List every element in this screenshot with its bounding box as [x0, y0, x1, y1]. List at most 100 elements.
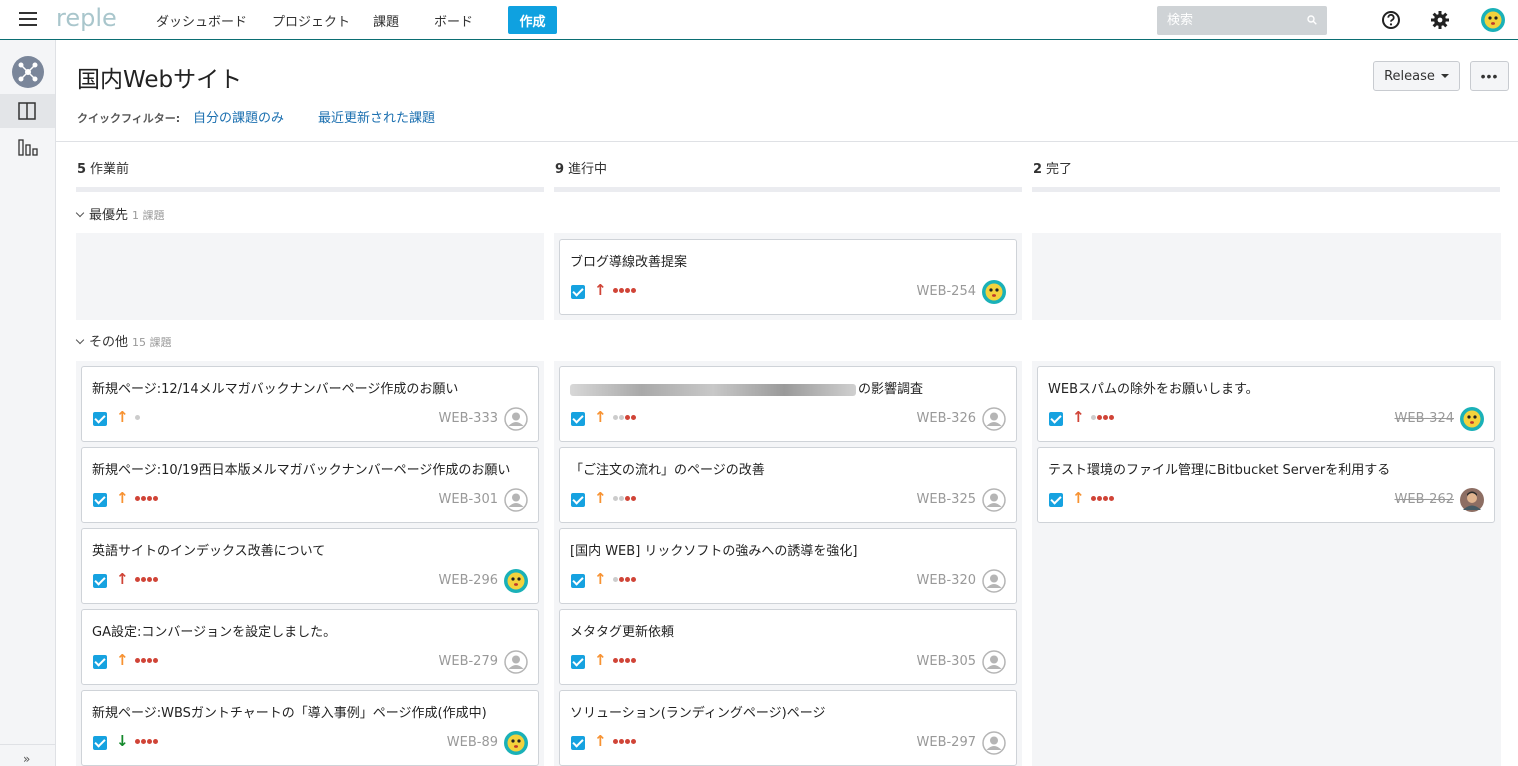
issue-key[interactable]: WEB-333 — [439, 411, 499, 426]
issue-title: 英語サイトのインデックス改善について — [92, 540, 325, 559]
issue-card[interactable]: GA設定:コンバージョンを設定しました。 ↑ WEB-279 — [81, 609, 539, 685]
priority-arrow-icon: ↑ — [594, 570, 607, 588]
dot — [147, 739, 152, 744]
assignee-avatar-icon[interactable] — [982, 488, 1006, 512]
priority-arrow-icon: ↑ — [116, 570, 129, 588]
issue-card[interactable]: 「ご注文の流れ」のページの改善 ↑ WEB-325 — [559, 447, 1017, 523]
dot — [141, 496, 146, 501]
issue-card[interactable]: ソリューション(ランディングページ)ページ ↑ WEB-297 — [559, 690, 1017, 766]
issue-key[interactable]: WEB-262 — [1395, 492, 1455, 507]
issue-key[interactable]: WEB-305 — [917, 654, 977, 669]
assignee-avatar-icon[interactable] — [504, 569, 528, 593]
dot — [141, 577, 146, 582]
story-points-dots — [135, 577, 158, 582]
assignee-avatar-icon[interactable] — [982, 731, 1006, 755]
nav-projects[interactable]: プロジェクト — [272, 11, 350, 30]
swimlane-header-other[interactable]: その他 15 課題 — [75, 331, 172, 350]
assignee-avatar-icon[interactable] — [504, 407, 528, 431]
dot — [153, 739, 158, 744]
assignee-avatar-icon[interactable] — [982, 280, 1006, 304]
dot — [153, 496, 158, 501]
user-avatar-icon[interactable] — [1481, 8, 1505, 32]
dot — [141, 658, 146, 663]
priority-arrow-icon: ↑ — [594, 651, 607, 669]
issue-key[interactable]: WEB-89 — [447, 735, 498, 750]
assignee-avatar-icon[interactable] — [1460, 407, 1484, 431]
release-label: Release — [1384, 68, 1435, 84]
issue-card[interactable]: ブログ導線改善提案 ↑ WEB-254 — [559, 239, 1017, 315]
issue-card[interactable]: 新規ページ:WBSガントチャートの「導入事例」ページ作成(作成中) ↓ WEB-89 — [81, 690, 539, 766]
dot — [135, 496, 140, 501]
assignee-avatar-icon[interactable] — [982, 569, 1006, 593]
reports-icon[interactable] — [18, 138, 38, 156]
more-actions-button[interactable]: ••• — [1470, 61, 1509, 91]
quick-filter-recently-updated[interactable]: 最近更新された課題 — [318, 107, 435, 126]
issue-key[interactable]: WEB-324 — [1395, 411, 1455, 426]
issue-card[interactable]: 新規ページ:10/19西日本版メルマガバックナンバーページ作成のお願い ↑ WEB-… — [81, 447, 539, 523]
dot — [147, 577, 152, 582]
assignee-avatar-icon[interactable] — [504, 488, 528, 512]
issue-card[interactable]: テスト環境のファイル管理にBitbucket Serverを利用する ↑ WEB-2… — [1037, 447, 1495, 523]
create-button[interactable]: 作成 — [508, 6, 557, 34]
issue-card[interactable]: 英語サイトのインデックス改善について ↑ WEB-296 — [81, 528, 539, 604]
priority-arrow-icon: ↑ — [594, 489, 607, 507]
help-icon[interactable] — [1380, 9, 1402, 31]
nav-issues[interactable]: 課題 — [373, 11, 399, 30]
dot — [1109, 496, 1114, 501]
issue-card[interactable]: メタタグ更新依頼 ↑ WEB-305 — [559, 609, 1017, 685]
dot — [613, 288, 618, 293]
dot — [631, 739, 636, 744]
issue-title: の影響調査 — [570, 378, 923, 397]
menu-icon[interactable] — [19, 12, 37, 26]
quick-filter-my-issues[interactable]: 自分の課題のみ — [193, 107, 284, 126]
nav-dashboard[interactable]: ダッシュボード — [156, 11, 247, 30]
priority-arrow-icon: ↑ — [1072, 489, 1085, 507]
dot — [631, 577, 636, 582]
page-title: 国内Webサイト — [77, 67, 243, 93]
expand-sidebar-icon[interactable]: » — [23, 752, 30, 766]
issue-title: 新規ページ:10/19西日本版メルマガバックナンバーページ作成のお願い — [92, 459, 510, 478]
issue-key[interactable]: WEB-254 — [917, 284, 977, 299]
issue-card[interactable]: の影響調査 ↑ WEB-326 — [559, 366, 1017, 442]
dot — [619, 496, 624, 501]
issue-card[interactable]: 新規ページ:12/14メルマガバックナンバーページ作成のお願い ↑ WEB-333 — [81, 366, 539, 442]
dot — [135, 658, 140, 663]
project-avatar-icon[interactable] — [12, 56, 44, 88]
reple-logo[interactable]: reple — [56, 2, 136, 34]
board-icon — [18, 102, 36, 120]
gear-icon[interactable] — [1429, 9, 1451, 31]
issue-title: 新規ページ:12/14メルマガバックナンバーページ作成のお願い — [92, 378, 458, 397]
swimlane-header-highest[interactable]: 最優先 1 課題 — [75, 204, 165, 223]
story-points-dots — [135, 739, 158, 744]
issue-card[interactable]: WEBスパムの除外をお願いします。 ↑ WEB-324 — [1037, 366, 1495, 442]
issue-key[interactable]: WEB-325 — [917, 492, 977, 507]
release-button[interactable]: Release — [1373, 61, 1460, 91]
issue-title-text: テスト環境のファイル管理にBitbucket Serverを利用する — [1048, 463, 1391, 478]
nav-boards[interactable]: ボード — [434, 11, 473, 30]
story-points-dots — [135, 415, 140, 420]
assignee-avatar-icon[interactable] — [504, 650, 528, 674]
assignee-avatar-icon[interactable] — [1460, 488, 1484, 512]
sidebar-item-board[interactable] — [0, 94, 55, 128]
issue-title-text: 新規ページ:WBSガントチャートの「導入事例」ページ作成(作成中) — [92, 706, 487, 721]
issue-key[interactable]: WEB-279 — [439, 654, 499, 669]
issue-key[interactable]: WEB-296 — [439, 573, 499, 588]
issue-type-checkbox-icon — [571, 736, 585, 750]
column-name: 作業前 — [90, 162, 130, 177]
assignee-avatar-icon[interactable] — [982, 650, 1006, 674]
issue-key[interactable]: WEB-297 — [917, 735, 977, 750]
search-icon[interactable] — [1307, 15, 1317, 25]
issue-card[interactable]: [国内 WEB] リックソフトの強みへの誘導を強化] ↑ WEB-320 — [559, 528, 1017, 604]
issue-title-text: 新規ページ:10/19西日本版メルマガバックナンバーページ作成のお願い — [92, 463, 511, 478]
issue-title-text: GA設定:コンバージョンを設定しました。 — [92, 625, 337, 640]
assignee-avatar-icon[interactable] — [982, 407, 1006, 431]
swimlane-count: 1 課題 — [132, 209, 165, 222]
assignee-avatar-icon[interactable] — [504, 731, 528, 755]
issue-key[interactable]: WEB-326 — [917, 411, 977, 426]
issue-type-checkbox-icon — [1049, 412, 1063, 426]
chevron-down-icon — [75, 335, 85, 345]
search-input[interactable] — [1157, 6, 1287, 35]
issue-key[interactable]: WEB-301 — [439, 492, 499, 507]
issue-title: [国内 WEB] リックソフトの強みへの誘導を強化] — [570, 540, 857, 559]
issue-key[interactable]: WEB-320 — [917, 573, 977, 588]
